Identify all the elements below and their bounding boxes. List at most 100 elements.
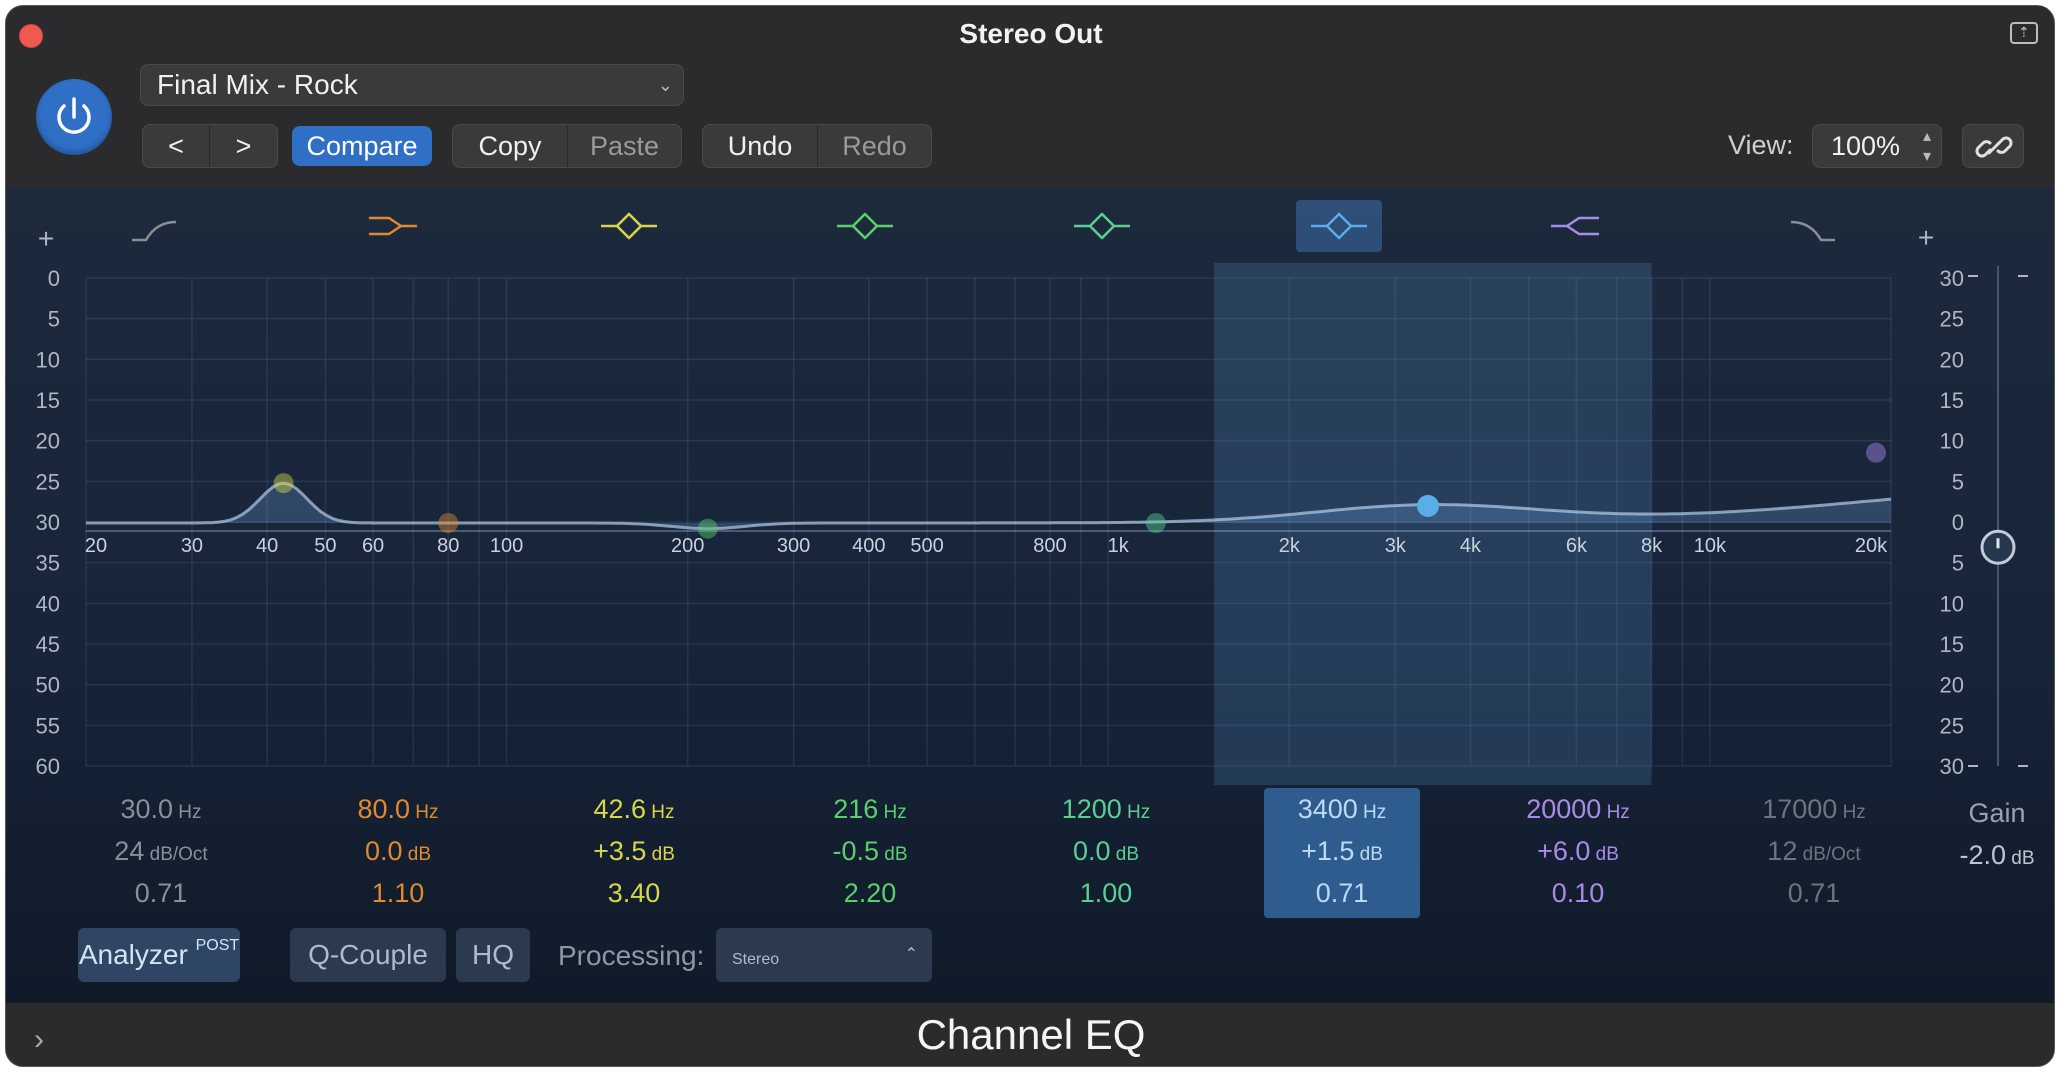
band-6-q[interactable]: 0.71 bbox=[1264, 872, 1420, 914]
band-6-node[interactable] bbox=[1416, 494, 1439, 517]
frequency-label: 500 bbox=[910, 535, 943, 557]
band-5-params[interactable]: 1200 Hz 0.0 dB 1.00 bbox=[1028, 788, 1184, 918]
chevron-down-icon: ⌄ bbox=[657, 75, 673, 95]
value: 3.40 bbox=[607, 878, 661, 908]
right-scale-label: 10 bbox=[1940, 429, 1964, 454]
unit: Hz bbox=[878, 802, 907, 823]
value: 0.10 bbox=[1551, 878, 1605, 908]
band-7-params[interactable]: 20000 Hz +6.0 dB 0.10 bbox=[1500, 788, 1656, 918]
value: 1.10 bbox=[371, 878, 425, 908]
band-1-q[interactable]: 0.71 bbox=[83, 872, 239, 914]
preset-nav: < > bbox=[142, 124, 278, 168]
left-scale-label: 25 bbox=[36, 469, 60, 494]
frequency-label: 80 bbox=[437, 535, 459, 557]
frequency-label: 800 bbox=[1033, 535, 1066, 557]
view-zoom-stepper[interactable]: 100% ▴ ▾ bbox=[1812, 124, 1942, 168]
frequency-label: 60 bbox=[362, 535, 384, 557]
plugin-window: Stereo Out ⇡ Final Mix - Rock ⌄ < > Comp… bbox=[5, 5, 2055, 1067]
eq-graph[interactable]: + +05101520253035404550556030252015105051… bbox=[6, 188, 2055, 798]
band-2-params[interactable]: 80.0 Hz 0.0 dB 1.10 bbox=[320, 788, 476, 918]
copy-button[interactable]: Copy bbox=[453, 125, 567, 167]
band-3-params[interactable]: 42.6 Hz +3.5 dB 3.40 bbox=[556, 788, 712, 918]
value: -0.5 bbox=[832, 836, 879, 866]
processing-select[interactable]: Stereo ⌃ bbox=[716, 928, 932, 982]
value: 1.00 bbox=[1079, 878, 1133, 908]
band-8-params[interactable]: 17000 Hz 12 dB/Oct 0.71 bbox=[1736, 788, 1892, 918]
band-5-node[interactable] bbox=[1145, 513, 1166, 533]
band-2-node[interactable] bbox=[438, 513, 459, 533]
high-shelf-icon[interactable] bbox=[1551, 216, 1599, 236]
peak-band-icon[interactable] bbox=[1074, 212, 1130, 240]
peak-band-icon[interactable] bbox=[601, 212, 657, 240]
band-1-gain-or-slope[interactable]: 24 dB/Oct bbox=[83, 830, 239, 872]
frequency-label: 10k bbox=[1694, 535, 1727, 557]
right-scale-label: 0 bbox=[1952, 510, 1964, 535]
right-scale-label: 30 bbox=[1940, 266, 1964, 291]
value: 12 bbox=[1767, 836, 1798, 866]
band-5-gain-or-slope[interactable]: 0.0 dB bbox=[1028, 830, 1184, 872]
band-1-frequency[interactable]: 30.0 Hz bbox=[83, 788, 239, 830]
band-7-q[interactable]: 0.10 bbox=[1500, 872, 1656, 914]
value: +6.0 bbox=[1537, 836, 1591, 866]
band-6-gain-or-slope[interactable]: +1.5 dB bbox=[1264, 830, 1420, 872]
unit: dB bbox=[1110, 844, 1140, 865]
band-5-q[interactable]: 1.00 bbox=[1028, 872, 1184, 914]
band-6-frequency[interactable]: 3400 Hz bbox=[1264, 788, 1420, 830]
undo-redo-group: Undo Redo bbox=[702, 124, 932, 168]
value: 0.71 bbox=[134, 878, 188, 908]
detach-window-icon[interactable]: ⇡ bbox=[2010, 22, 2038, 44]
low-shelf-icon[interactable] bbox=[369, 216, 417, 236]
paste-button[interactable]: Paste bbox=[567, 125, 681, 167]
unit: Hz bbox=[1601, 802, 1630, 823]
q-couple-button[interactable]: Q-Couple bbox=[290, 928, 446, 982]
band-3-q[interactable]: 3.40 bbox=[556, 872, 712, 914]
band-4-params[interactable]: 216 Hz -0.5 dB 2.20 bbox=[792, 788, 948, 918]
band-7-frequency[interactable]: 20000 Hz bbox=[1500, 788, 1656, 830]
value: 2.20 bbox=[843, 878, 897, 908]
band-5-frequency[interactable]: 1200 Hz bbox=[1028, 788, 1184, 830]
band-2-gain-or-slope[interactable]: 0.0 dB bbox=[320, 830, 476, 872]
gain-value[interactable]: -2.0 dB bbox=[1942, 840, 2052, 871]
band-8-gain-or-slope[interactable]: 12 dB/Oct bbox=[1736, 830, 1892, 872]
band-4-q[interactable]: 2.20 bbox=[792, 872, 948, 914]
gain-label: Gain bbox=[1968, 798, 2026, 828]
band-2-frequency[interactable]: 80.0 Hz bbox=[320, 788, 476, 830]
value: 80.0 bbox=[357, 794, 411, 824]
value: 17000 bbox=[1762, 794, 1838, 824]
link-button[interactable] bbox=[1962, 124, 2024, 168]
band-4-gain-or-slope[interactable]: -0.5 dB bbox=[792, 830, 948, 872]
band-8-q[interactable]: 0.71 bbox=[1736, 872, 1892, 914]
frequency-label: 3k bbox=[1385, 535, 1407, 557]
left-scale-label: 60 bbox=[36, 754, 60, 779]
analyzer-button[interactable]: Analyzer POST bbox=[78, 928, 240, 982]
band-7-gain-or-slope[interactable]: +6.0 dB bbox=[1500, 830, 1656, 872]
band-3-gain-or-slope[interactable]: +3.5 dB bbox=[556, 830, 712, 872]
power-button[interactable] bbox=[36, 79, 112, 155]
highpass-filter-icon[interactable] bbox=[132, 220, 177, 242]
redo-button[interactable]: Redo bbox=[817, 125, 931, 167]
frequency-label: 6k bbox=[1566, 535, 1588, 557]
peak-band-icon[interactable] bbox=[837, 212, 893, 240]
lowpass-filter-icon[interactable] bbox=[1790, 220, 1835, 242]
band-7-node[interactable] bbox=[1866, 442, 1886, 463]
band-1-params[interactable]: 30.0 Hz 24 dB/Oct 0.71 bbox=[83, 788, 239, 918]
unit: dB bbox=[1354, 844, 1383, 865]
band-3-node[interactable] bbox=[273, 473, 294, 494]
title-bar: Stereo Out ⇡ Final Mix - Rock ⌄ < > Comp… bbox=[6, 6, 2054, 188]
compare-button[interactable]: Compare bbox=[292, 126, 432, 166]
band-4-frequency[interactable]: 216 Hz bbox=[792, 788, 948, 830]
zoom-value: 100% bbox=[1831, 131, 1901, 161]
right-scale-label: 10 bbox=[1940, 591, 1964, 616]
right-scale-label: 25 bbox=[1940, 713, 1964, 738]
frequency-label: 2k bbox=[1279, 535, 1301, 557]
previous-preset-button[interactable]: < bbox=[143, 125, 209, 167]
undo-button[interactable]: Undo bbox=[703, 125, 817, 167]
right-scale-label: 20 bbox=[1940, 673, 1964, 698]
band-8-frequency[interactable]: 17000 Hz bbox=[1736, 788, 1892, 830]
next-preset-button[interactable]: > bbox=[209, 125, 277, 167]
preset-menu[interactable]: Final Mix - Rock ⌄ bbox=[140, 64, 684, 106]
hq-button[interactable]: HQ bbox=[456, 928, 530, 982]
band-3-frequency[interactable]: 42.6 Hz bbox=[556, 788, 712, 830]
band-2-q[interactable]: 1.10 bbox=[320, 872, 476, 914]
band-6-params[interactable]: 3400 Hz +1.5 dB 0.71 bbox=[1264, 788, 1420, 918]
